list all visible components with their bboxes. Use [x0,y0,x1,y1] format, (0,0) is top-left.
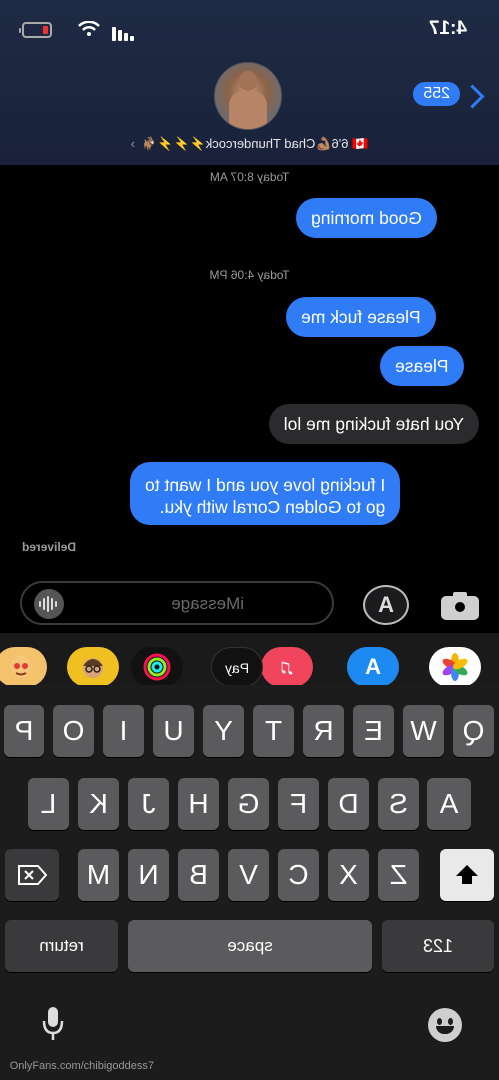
timestamp-1: Today 8:07 AM [209,170,290,184]
received-message-3[interactable]: Please [380,346,464,386]
shift-icon [456,865,478,884]
key-l[interactable]: L [28,778,69,830]
animoji-icon[interactable] [0,647,47,687]
key-p[interactable]: P [4,705,44,757]
space-key[interactable]: space [128,920,372,972]
key-b[interactable]: B [178,849,219,901]
key-t[interactable]: T [253,705,294,757]
key-x[interactable]: X [328,849,369,901]
mirrored-screen: 4:17 255 🇨🇦 6'6💪🏽Chad Thundercock⚡⚡⚡🐐 › T… [0,0,499,1080]
key-w[interactable]: W [403,705,444,757]
shift-key[interactable] [440,849,494,901]
photos-icon[interactable] [429,647,481,687]
key-n[interactable]: N [128,849,169,901]
received-message-4[interactable]: I fucking love you and I want to go to G… [130,462,401,525]
key-s[interactable]: S [378,778,419,830]
emoji-icon[interactable] [428,1008,462,1042]
received-message-1[interactable]: Good morning [296,198,437,238]
received-message-2[interactable]: Please fuck me [286,297,436,337]
message-placeholder: iMessage [171,594,244,613]
camera-lens [453,600,467,614]
contact-avatar[interactable] [214,62,282,130]
key-q[interactable]: Q [453,705,494,757]
key-o[interactable]: O [53,705,94,757]
apple-pay-label: Pay [224,660,250,676]
mic-icon[interactable] [42,1006,64,1042]
app-store-drawer-icon[interactable]: A [347,647,399,687]
apple-pay-icon[interactable]: Pay [211,647,263,687]
key-r[interactable]: R [303,705,344,757]
signal-icon [110,23,134,41]
memoji-icon[interactable] [67,647,119,687]
timestamp-2: Today 4:06 PM [209,268,290,282]
message-line-2: go to Golden Corral with yku. [159,497,386,517]
key-e[interactable]: E [353,705,394,757]
key-v[interactable]: V [228,849,269,901]
watermark-wrap: OnlyFans.com/chibigoddess7 [10,1060,154,1072]
delete-key[interactable] [5,849,59,901]
camera-icon[interactable] [441,592,479,620]
avatar-torso [229,91,267,130]
back-button[interactable]: 255 [413,82,489,109]
key-j[interactable]: J [128,778,169,830]
key-g[interactable]: G [228,778,269,830]
audio-wave-icon[interactable] [34,589,64,619]
conversation-header: 4:17 255 🇨🇦 6'6💪🏽Chad Thundercock⚡⚡⚡🐐 › [0,0,499,165]
message-input[interactable]: iMessage [20,581,334,625]
back-chevron-icon [460,84,485,109]
contact-name-row[interactable]: 🇨🇦 6'6💪🏽Chad Thundercock⚡⚡⚡🐐 › [0,136,499,152]
unread-count-badge: 255 [413,82,460,106]
key-h[interactable]: H [178,778,219,830]
chevron-right-icon: › [130,136,136,151]
delete-icon [18,865,48,885]
key-z[interactable]: Z [378,849,419,901]
contact-name: 🇨🇦 6'6💪🏽Chad Thundercock⚡⚡⚡🐐 [141,136,369,151]
message-line-1: I fucking love you and I want to [145,475,386,495]
wifi-icon [78,21,100,36]
app-drawer: A ♫ Pay [0,633,499,687]
watermark: OnlyFans.com/chibigoddess7 [10,1060,155,1072]
key-c[interactable]: C [278,849,319,901]
avatar-head [239,71,257,91]
status-bar: 4:17 [0,18,499,42]
return-key[interactable]: return [5,920,118,972]
key-m[interactable]: M [78,849,119,901]
key-y[interactable]: Y [203,705,244,757]
fitness-icon[interactable] [131,647,183,687]
key-f[interactable]: F [278,778,319,830]
key-a[interactable]: A [427,778,471,830]
keyboard: Q W E R T Y U I O P A S D F G H J K L Z … [0,685,499,1080]
key-k[interactable]: K [78,778,119,830]
key-i[interactable]: I [103,705,144,757]
app-store-icon[interactable]: A [363,585,409,625]
numbers-key[interactable]: 123 [382,920,494,972]
music-icon[interactable]: ♫ [261,647,313,687]
key-d[interactable]: D [328,778,369,830]
key-u[interactable]: U [153,705,194,757]
delivered-label: Delivered [22,540,77,554]
status-time: 4:17 [428,18,467,39]
battery-icon [22,22,52,38]
sent-message-1[interactable]: You hate fucking me lol [268,404,479,444]
